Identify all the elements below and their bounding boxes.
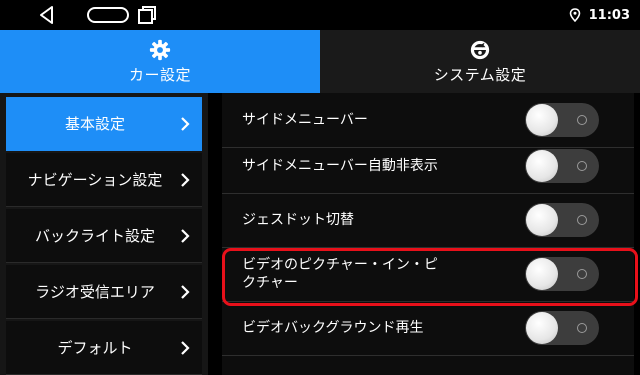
setting-row-gesture-switch: ジェスドット切替: [222, 193, 634, 248]
toggle-knob: [526, 104, 558, 136]
system-settings-icon: [470, 40, 490, 59]
sidebar-item-basic-settings[interactable]: 基本設定: [6, 97, 202, 151]
sidebar-item-label: バックライト設定: [34, 227, 155, 245]
toggle-off-indicator: [577, 269, 587, 279]
sidebar-item-navigation-settings[interactable]: ナビゲーション設定: [6, 153, 202, 207]
gear-icon: [149, 39, 171, 60]
setting-label: ビデオバックグラウンド再生: [242, 320, 424, 336]
sidebar-item-radio-area[interactable]: ラジオ受信エリア: [6, 265, 202, 319]
chevron-right-icon: [181, 228, 190, 243]
tab-label: カー設定: [128, 65, 191, 84]
video-pip-toggle[interactable]: [525, 257, 599, 291]
location-icon: [569, 8, 580, 22]
chevron-right-icon: [181, 172, 190, 187]
sidebar-item-label: ラジオ受信エリア: [35, 283, 155, 301]
setting-label-line2: クチャー: [242, 275, 298, 291]
sidebar-item-label: ナビゲーション設定: [27, 171, 163, 189]
toggle-knob: [526, 312, 558, 344]
toggle-off-indicator: [577, 115, 587, 125]
toggle-off-indicator: [577, 215, 587, 225]
sidebar-item-label: 基本設定: [64, 115, 125, 133]
clock: 11:03: [588, 7, 630, 23]
setting-label: サイドメニューバー: [242, 112, 368, 128]
chevron-right-icon: [181, 116, 190, 131]
tab-system-settings[interactable]: システム設定: [320, 30, 640, 93]
gesture-switch-toggle[interactable]: [525, 203, 599, 237]
setting-row-side-menu-auto-hide: サイドメニューバー自動非表示: [222, 139, 634, 194]
tab-label: システム設定: [433, 65, 527, 84]
chevron-right-icon: [181, 340, 190, 355]
toggle-knob: [526, 150, 558, 182]
sidebar-item-backlight-settings[interactable]: バックライト設定: [6, 209, 202, 263]
tab-car-settings[interactable]: カー設定: [0, 30, 320, 93]
setting-label: ビデオのピクチャー・イン・ピ クチャー: [242, 256, 472, 292]
toggle-off-indicator: [577, 161, 587, 171]
side-menu-bar-toggle[interactable]: [525, 103, 599, 137]
side-menu-auto-hide-toggle[interactable]: [525, 149, 599, 183]
top-tabs: カー設定 システム設定: [0, 30, 640, 93]
toggle-knob: [526, 258, 558, 290]
recent-apps-icon[interactable]: [136, 4, 158, 26]
setting-row-video-background-play: ビデオバックグラウンド再生: [222, 301, 634, 356]
sidebar: 基本設定 ナビゲーション設定 バックライト設定 ラジオ受信エリア デフォルト: [0, 93, 208, 375]
chevron-right-icon: [181, 284, 190, 299]
settings-list: サイドメニューバー サイドメニューバー自動非表示 ジェスドット切替 ビデオのピク…: [222, 93, 634, 375]
sidebar-item-label: デフォルト: [57, 339, 133, 357]
sidebar-item-default[interactable]: デフォルト: [6, 321, 202, 375]
setting-label-line1: ビデオのピクチャー・イン・ピ: [242, 257, 438, 273]
status-right: 11:03: [569, 0, 630, 30]
setting-label: サイドメニューバー自動非表示: [242, 158, 438, 174]
status-bar: 11:03: [0, 0, 640, 30]
setting-row-video-pip: ビデオのピクチャー・イン・ピ クチャー: [222, 247, 634, 302]
toggle-knob: [526, 204, 558, 236]
setting-label: ジェスドット切替: [242, 212, 354, 228]
toggle-off-indicator: [577, 323, 587, 333]
video-background-play-toggle[interactable]: [525, 311, 599, 345]
home-icon[interactable]: [86, 4, 130, 26]
back-icon[interactable]: [36, 4, 58, 26]
